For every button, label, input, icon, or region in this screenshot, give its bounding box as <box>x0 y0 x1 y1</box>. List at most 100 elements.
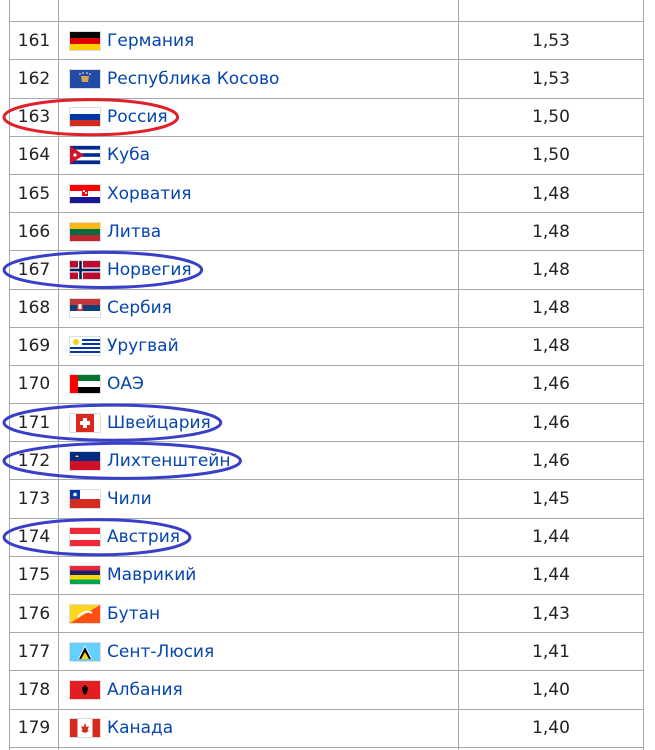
rank-cell: 163 <box>9 97 59 137</box>
country-link[interactable]: Хорватия <box>107 184 191 204</box>
country-cell: Германия <box>58 21 459 61</box>
table-row: 161 Германия 1,53 <box>9 21 644 61</box>
norway-flag-icon[interactable] <box>70 260 100 279</box>
rank-cell: 169 <box>9 326 59 366</box>
table-row: 178 Албания 1,40 <box>9 670 644 710</box>
country-link[interactable]: Германия <box>107 31 194 51</box>
rank-cell: 167 <box>9 250 59 290</box>
bhutan-flag-icon[interactable] <box>70 604 100 623</box>
value-cell: 1,46 <box>458 403 644 443</box>
value-cell: 1,40 <box>458 708 644 748</box>
table-row: 173 Чили 1,45 <box>9 479 644 519</box>
value-cell: 1,44 <box>458 555 644 596</box>
rank-cell <box>9 0 59 23</box>
austria-flag-icon[interactable] <box>70 528 100 547</box>
liechtenstein-flag-icon[interactable] <box>70 451 100 470</box>
country-cell: Чили <box>58 479 459 519</box>
page: 161 Германия 1,53 162 Республика Косово 1,53 1… <box>0 0 655 750</box>
value-cell: 1,41 <box>458 632 644 672</box>
value-cell: 1,48 <box>458 250 644 290</box>
table-row: 170 ОАЭ 1,46 <box>9 364 644 405</box>
cuba-flag-icon[interactable] <box>70 146 100 165</box>
table-row: 172 Лихтенштейн 1,46 <box>9 441 644 481</box>
value-cell: 1,48 <box>458 212 644 252</box>
country-link[interactable]: Россия <box>107 107 168 127</box>
chile-flag-icon[interactable] <box>70 490 100 509</box>
table-row: 175 Маврикий 1,44 <box>9 555 644 596</box>
country-link[interactable]: ОАЭ <box>107 374 144 394</box>
country-link[interactable]: Бутан <box>107 604 160 624</box>
country-link[interactable]: Лихтенштейн <box>107 451 230 471</box>
value-cell: 1,40 <box>458 670 644 710</box>
lithuania-flag-icon[interactable] <box>70 222 100 241</box>
value-cell: 1,53 <box>458 59 644 99</box>
country-cell: Куба <box>58 135 459 175</box>
country-cell: Сербия <box>58 288 459 328</box>
country-cell: Швейцария <box>58 403 459 443</box>
table-row: 169 Уругвай 1,48 <box>9 326 644 366</box>
mauritius-flag-icon[interactable] <box>70 566 100 585</box>
country-link[interactable]: Швейцария <box>107 413 211 433</box>
rank-cell: 178 <box>9 670 59 710</box>
country-link[interactable]: Литва <box>107 222 161 242</box>
country-link[interactable]: Куба <box>107 145 150 165</box>
country-link[interactable]: Чили <box>107 489 152 509</box>
value-cell: 1,48 <box>458 326 644 366</box>
rank-cell: 168 <box>9 288 59 328</box>
country-cell: Лихтенштейн <box>58 441 459 481</box>
rank-cell: 176 <box>9 593 59 634</box>
value-cell: 1,50 <box>458 97 644 137</box>
table-row: 163 Россия 1,50 <box>9 97 644 137</box>
country-link[interactable]: Сент-Люсия <box>107 642 214 662</box>
country-link[interactable]: Албания <box>107 680 183 700</box>
canada-flag-icon[interactable] <box>70 719 100 738</box>
value-cell: 1,46 <box>458 441 644 481</box>
country-cell: Литва <box>58 212 459 252</box>
country-cell: Бутан <box>58 593 459 634</box>
russia-flag-icon[interactable] <box>70 108 100 127</box>
country-link[interactable]: Маврикий <box>107 565 196 585</box>
table-row: 167 Норвегия 1,48 <box>9 250 644 290</box>
uae-flag-icon[interactable] <box>70 375 100 394</box>
serbia-flag-icon[interactable] <box>70 299 100 318</box>
rank-cell: 174 <box>9 517 59 557</box>
country-link[interactable]: Республика Косово <box>107 69 279 89</box>
table-row: 166 Литва 1,48 <box>9 212 644 252</box>
country-cell: Австрия <box>58 517 459 557</box>
value-cell: 1,48 <box>458 173 644 214</box>
table-row: 177 Сент-Люсия 1,41 <box>9 632 644 672</box>
table-row: 171 Швейцария 1,46 <box>9 403 644 443</box>
table-row: 165 Хорватия 1,48 <box>9 173 644 214</box>
rank-cell: 170 <box>9 364 59 405</box>
country-link[interactable]: Канада <box>107 718 173 738</box>
saint-lucia-flag-icon[interactable] <box>70 642 100 661</box>
country-link[interactable]: Уругвай <box>107 336 179 356</box>
country-cell: Республика Косово <box>58 59 459 99</box>
rank-cell: 172 <box>9 441 59 481</box>
country-cell: Маврикий <box>58 555 459 596</box>
value-cell: 1,48 <box>458 288 644 328</box>
table-row: 168 Сербия 1,48 <box>9 288 644 328</box>
albania-flag-icon[interactable] <box>70 680 100 699</box>
germany-flag-icon[interactable] <box>70 31 100 50</box>
value-cell: 1,44 <box>458 517 644 557</box>
table-row: 174 Австрия 1,44 <box>9 517 644 557</box>
rank-cell: 165 <box>9 173 59 214</box>
country-link[interactable]: Сербия <box>107 298 172 318</box>
country-cell: Хорватия <box>58 173 459 214</box>
country-cell: Албания <box>58 670 459 710</box>
croatia-flag-icon[interactable] <box>70 184 100 203</box>
kosovo-flag-icon[interactable] <box>70 69 100 88</box>
country-link[interactable]: Австрия <box>107 527 180 547</box>
uruguay-flag-icon[interactable] <box>70 337 100 356</box>
table-row <box>9 0 644 23</box>
value-cell: 1,45 <box>458 479 644 519</box>
fertility-table: 161 Германия 1,53 162 Республика Косово 1,53 1… <box>9 0 644 750</box>
country-link[interactable]: Норвегия <box>107 260 192 280</box>
rank-cell: 179 <box>9 708 59 748</box>
switzerland-flag-icon[interactable] <box>70 413 100 432</box>
table-body: 161 Германия 1,53 162 Республика Косово 1,53 1… <box>9 0 644 750</box>
country-cell: Сент-Люсия <box>58 632 459 672</box>
rank-cell: 166 <box>9 212 59 252</box>
country-cell: ОАЭ <box>58 364 459 405</box>
